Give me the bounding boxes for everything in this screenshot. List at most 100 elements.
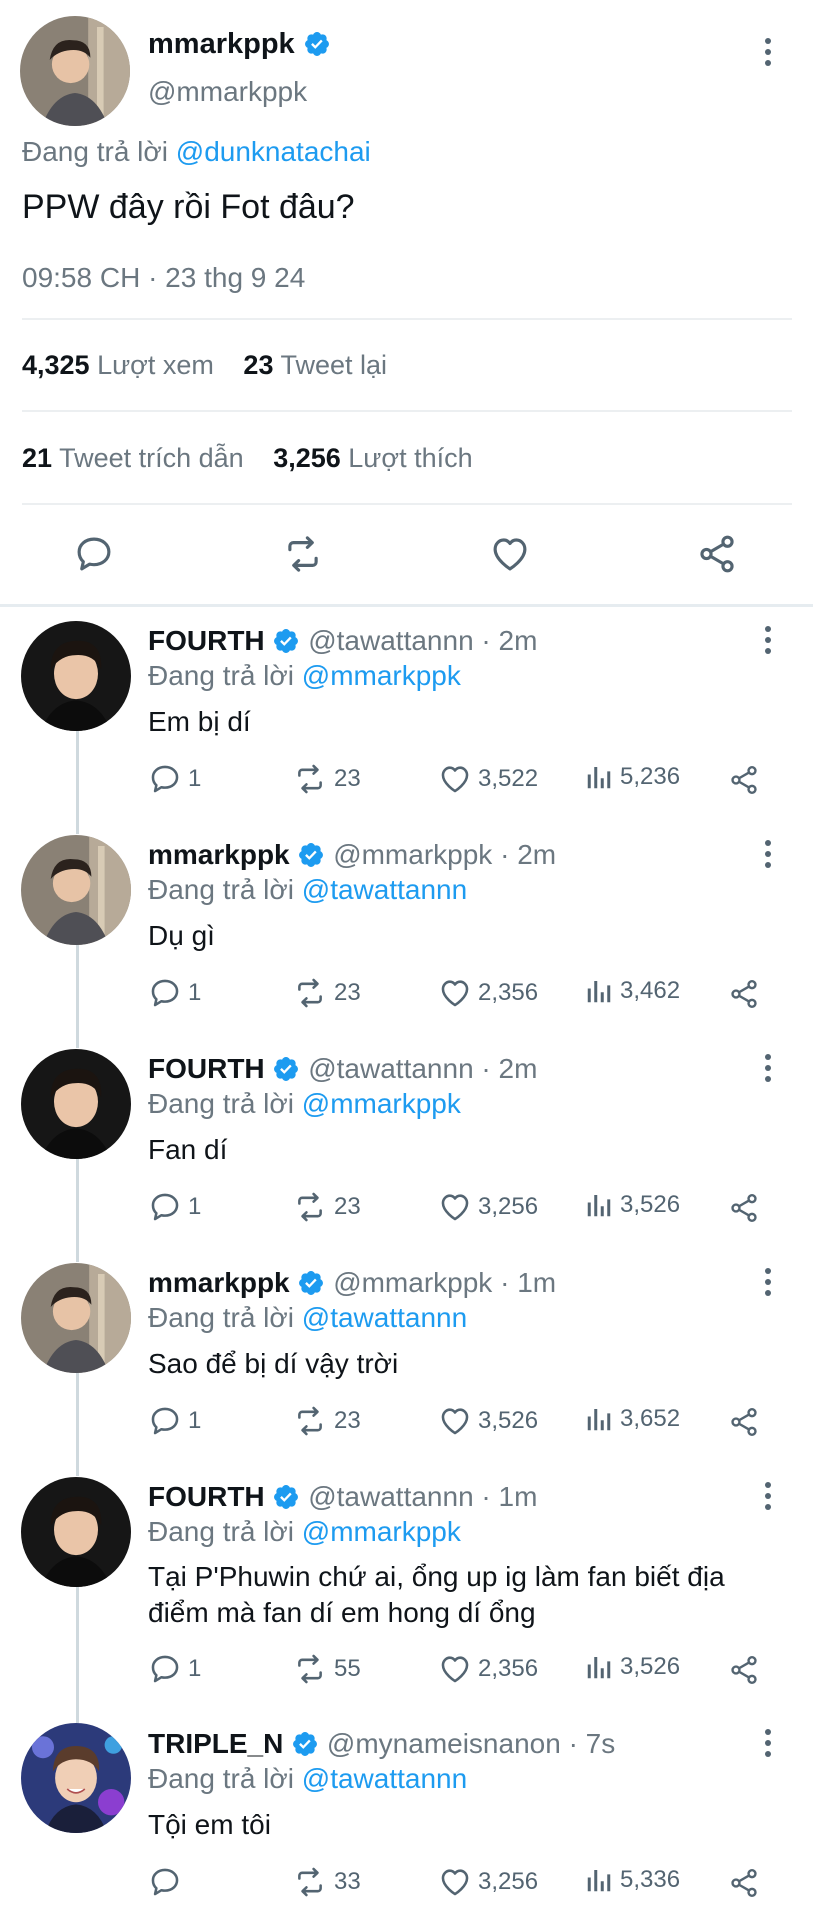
retweet-button[interactable]: 23 xyxy=(292,1404,361,1438)
replying-to-mention[interactable]: @dunknatachai xyxy=(176,136,371,167)
replying-to-label: Đang trả lời xyxy=(148,1088,294,1119)
reply-time[interactable]: · 2m xyxy=(481,625,537,656)
replying-to-mention[interactable]: @mmarkppk xyxy=(302,1088,461,1119)
stats-row-2: 21 Tweet trích dẫn 3,256 Lượt thích xyxy=(22,443,473,474)
quotes-stat[interactable]: 21 Tweet trích dẫn xyxy=(22,443,251,473)
reply-avatar[interactable] xyxy=(21,1263,131,1373)
replying-to-mention[interactable]: @tawattannn xyxy=(302,1763,467,1794)
retweet-button[interactable]: 23 xyxy=(292,976,361,1010)
reply-button[interactable]: 1 xyxy=(148,762,201,796)
reply-author-name[interactable]: TRIPLE_N xyxy=(148,1728,283,1759)
reply-author-handle[interactable]: @tawattannn xyxy=(308,625,473,656)
author-avatar[interactable] xyxy=(20,16,130,126)
reply-author-name[interactable]: mmarkppk xyxy=(148,839,290,870)
views-button[interactable]: 3,526 xyxy=(584,1190,680,1220)
reply-time[interactable]: · 1m xyxy=(500,1267,556,1298)
views-button[interactable]: 3,526 xyxy=(584,1652,680,1682)
retweet-button[interactable]: 23 xyxy=(292,762,361,796)
reply-button[interactable]: 1 xyxy=(148,1404,201,1438)
likes-stat[interactable]: 3,256 Lượt thích xyxy=(273,443,472,473)
reply-time[interactable]: · 2m xyxy=(481,1053,537,1084)
reply-button[interactable]: 1 xyxy=(148,1190,201,1224)
retweet-icon[interactable] xyxy=(280,533,326,575)
reply-button[interactable]: 1 xyxy=(148,976,201,1010)
share-icon[interactable] xyxy=(728,764,760,796)
more-options-icon[interactable] xyxy=(758,1723,778,1763)
more-options-icon[interactable] xyxy=(758,834,778,874)
thread-line xyxy=(76,1159,79,1262)
reply-text: Sao để bị dí vậy trời xyxy=(148,1348,399,1379)
reply-author-name[interactable]: FOURTH xyxy=(148,1053,265,1084)
retweet-button[interactable]: 55 xyxy=(292,1652,361,1686)
reply-author-name[interactable]: FOURTH xyxy=(148,625,265,656)
more-options-icon[interactable] xyxy=(758,32,778,72)
like-button[interactable]: 2,356 xyxy=(438,1652,538,1686)
share-icon[interactable] xyxy=(696,533,738,575)
like-button[interactable]: 3,522 xyxy=(438,762,538,796)
reply-button[interactable]: 1 xyxy=(148,1652,201,1686)
reply-time[interactable]: · 1m xyxy=(481,1481,537,1512)
more-options-icon[interactable] xyxy=(758,1476,778,1516)
reply-avatar[interactable] xyxy=(21,1049,131,1159)
views-button[interactable]: 5,336 xyxy=(584,1865,680,1895)
views-stat[interactable]: 4,325 Lượt xem xyxy=(22,350,221,380)
like-button[interactable]: 2,356 xyxy=(438,976,538,1010)
author-handle[interactable]: @mmarkppk xyxy=(148,76,307,108)
reply-text-line: Tại P'Phuwin chứ ai, ổng up ig làm fan b… xyxy=(148,1561,725,1592)
replying-to-mention[interactable]: @tawattannn xyxy=(302,1302,467,1333)
reply-icon xyxy=(148,762,182,796)
replying-to-label: Đang trả lời xyxy=(148,1516,294,1547)
reply-avatar[interactable] xyxy=(21,621,131,731)
quotes-count: 21 xyxy=(22,443,53,473)
share-icon[interactable] xyxy=(728,978,760,1010)
share-icon[interactable] xyxy=(728,1406,760,1438)
replying-to-mention[interactable]: @mmarkppk xyxy=(302,660,461,691)
reply-author-name[interactable]: FOURTH xyxy=(148,1481,265,1512)
like-icon xyxy=(438,976,472,1010)
reply-author-handle[interactable]: @tawattannn xyxy=(308,1481,473,1512)
like-button[interactable]: 3,256 xyxy=(438,1865,538,1899)
like-button[interactable]: 3,526 xyxy=(438,1404,538,1438)
reply-text: Em bị dí xyxy=(148,706,251,737)
reply-author-handle[interactable]: @tawattannn xyxy=(308,1053,473,1084)
reply-header: mmarkppk @mmarkppk · 2m xyxy=(148,839,556,871)
reply-time[interactable]: · 7s xyxy=(569,1728,616,1759)
reply-icon[interactable] xyxy=(73,533,115,575)
divider xyxy=(22,410,792,412)
reply-author-handle[interactable]: @mmarkppk xyxy=(333,839,492,870)
views-button[interactable]: 5,236 xyxy=(584,762,680,792)
reply-avatar[interactable] xyxy=(21,1477,131,1587)
share-icon[interactable] xyxy=(728,1867,760,1899)
views-count: 3,652 xyxy=(620,1405,681,1432)
author-name-row[interactable]: mmarkppk xyxy=(148,28,331,61)
reply-button[interactable] xyxy=(148,1865,188,1899)
views-icon xyxy=(584,1190,614,1220)
reply-author-name[interactable]: mmarkppk xyxy=(148,1267,290,1298)
thread-line xyxy=(76,1587,79,1723)
tweet-text: PPW đây rồi Fot đâu? xyxy=(22,188,355,226)
reply-header: FOURTH @tawattannn · 2m xyxy=(148,1053,537,1085)
like-icon[interactable] xyxy=(489,533,531,575)
more-options-icon[interactable] xyxy=(758,620,778,660)
reply-time[interactable]: · 2m xyxy=(500,839,556,870)
reply-avatar[interactable] xyxy=(21,1723,131,1833)
more-options-icon[interactable] xyxy=(758,1262,778,1302)
reply-author-handle[interactable]: @mmarkppk xyxy=(333,1267,492,1298)
reply-avatar[interactable] xyxy=(21,835,131,945)
more-options-icon[interactable] xyxy=(758,1048,778,1088)
replying-to-mention[interactable]: @mmarkppk xyxy=(302,1516,461,1547)
share-icon[interactable] xyxy=(728,1192,760,1224)
replying-to-mention[interactable]: @tawattannn xyxy=(302,874,467,905)
like-button[interactable]: 3,256 xyxy=(438,1190,538,1224)
share-icon[interactable] xyxy=(728,1654,760,1686)
tweet-timestamp[interactable]: 09:58 CH · 23 thg 9 24 xyxy=(22,262,305,294)
retweets-stat[interactable]: 23 Tweet lại xyxy=(243,350,387,380)
author-display-name[interactable]: mmarkppk xyxy=(148,28,295,60)
retweet-button[interactable]: 23 xyxy=(292,1190,361,1224)
retweet-count: 33 xyxy=(334,1868,361,1895)
retweet-button[interactable]: 33 xyxy=(292,1865,361,1899)
reply-author-handle[interactable]: @mynameisnanon xyxy=(327,1728,561,1759)
section-divider xyxy=(0,604,813,607)
views-button[interactable]: 3,462 xyxy=(584,976,680,1006)
views-button[interactable]: 3,652 xyxy=(584,1404,680,1434)
